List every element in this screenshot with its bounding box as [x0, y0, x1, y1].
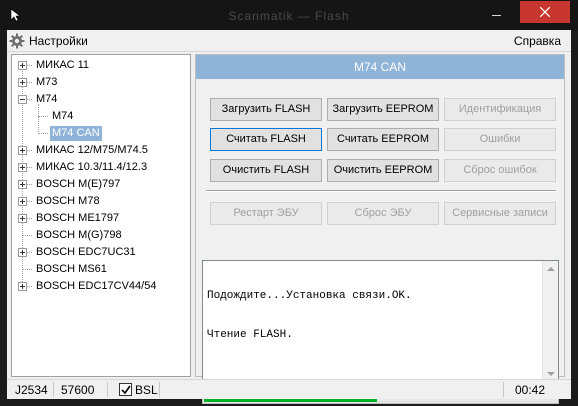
status-baud: 57600: [61, 383, 95, 397]
reset-errors-button[interactable]: Сброс ошибок: [444, 159, 556, 182]
tree-item-label: M74: [52, 110, 74, 122]
collapse-icon[interactable]: [18, 95, 27, 104]
tree-item-label: M74 CAN: [50, 126, 102, 141]
tree-item[interactable]: BOSCH M78: [12, 193, 190, 210]
tree-item[interactable]: M74: [12, 108, 190, 125]
tree-item-label: M74: [36, 93, 58, 105]
title-bar: Scanmatik — Flash: [0, 0, 578, 30]
gear-icon: [9, 33, 25, 49]
minimize-icon[interactable]: [487, 8, 507, 22]
menu-help[interactable]: Справка: [514, 34, 561, 48]
tree-item-label: МИКАС 10.3/11.4/12.3: [36, 161, 148, 173]
expand-icon[interactable]: [18, 197, 27, 206]
menu-settings[interactable]: Настройки: [9, 32, 88, 50]
expand-icon[interactable]: [18, 146, 27, 155]
expand-icon[interactable]: [18, 61, 27, 70]
log-textbox[interactable]: Подождите...Установка связи.OK. Чтение F…: [202, 260, 559, 383]
tree-item[interactable]: МИКАС 11: [12, 57, 190, 74]
tree-line: [22, 269, 32, 270]
load-eeprom-button[interactable]: Загрузить EEPROM: [327, 98, 439, 121]
expand-icon[interactable]: [18, 180, 27, 189]
load-flash-button[interactable]: Загрузить FLASH: [210, 98, 322, 121]
status-adapter: J2534: [15, 383, 48, 397]
log-line: Чтение FLASH.: [207, 329, 293, 341]
menu-settings-label: Настройки: [29, 34, 88, 48]
tree-item[interactable]: МИКАС 10.3/11.4/12.3: [12, 159, 190, 176]
ecu-tree[interactable]: МИКАС 11 M73 M74 M74 M74 CAN МИКАС 12/M75/M74…: [11, 54, 191, 377]
expand-icon[interactable]: [18, 78, 27, 87]
identification-button[interactable]: Идентификация: [444, 98, 556, 121]
bsl-label: BSL: [135, 383, 158, 397]
tree-item-label: BOSCH M78: [36, 195, 100, 207]
reset-ecu-button[interactable]: Сброс ЭБУ: [327, 202, 439, 225]
menu-bar: Настройки Справка: [7, 30, 571, 52]
tree-item-label: M73: [36, 76, 58, 88]
errors-button[interactable]: Ошибки: [444, 128, 556, 151]
tree-item[interactable]: BOSCH M(G)798: [12, 227, 190, 244]
tree-item[interactable]: M73: [12, 74, 190, 91]
tree-item-label: BOSCH EDC17CV44/54: [36, 280, 157, 292]
status-divider: [53, 382, 54, 397]
expand-icon[interactable]: [18, 282, 27, 291]
log-text: Подождите...Установка связи.OK. Чтение F…: [207, 264, 412, 368]
status-time: 00:42: [515, 383, 546, 397]
tree-item[interactable]: МИКАС 12/M75/M74.5: [12, 142, 190, 159]
separator: [206, 190, 556, 192]
clear-eeprom-button[interactable]: Очистить EEPROM: [327, 159, 439, 182]
tree-item-label: BOSCH ME1797: [36, 212, 120, 224]
tree-item-label: BOSCH MS61: [36, 263, 107, 275]
service-records-button[interactable]: Сервисные записи: [444, 202, 556, 225]
status-bar: J2534 57600 BSL 00:42: [7, 379, 571, 399]
tree-line: [38, 133, 48, 134]
expand-icon[interactable]: [18, 163, 27, 172]
close-icon: [540, 7, 550, 17]
tree-item[interactable]: BOSCH M(E)797: [12, 176, 190, 193]
panel-header: M74 CAN: [196, 55, 564, 79]
tree-item[interactable]: BOSCH EDC7UC31: [12, 244, 190, 261]
log-line: Подождите...Установка связи.OK.: [207, 290, 412, 302]
expand-icon[interactable]: [18, 248, 27, 257]
clear-flash-button[interactable]: Очистить FLASH: [210, 159, 322, 182]
close-button[interactable]: [520, 1, 570, 23]
tree-line: [22, 235, 32, 236]
checkmark-icon: [121, 385, 131, 395]
ecu-panel: M74 CAN Загрузить FLASH Загрузить EEPROM…: [195, 54, 565, 404]
tree-item-label: BOSCH M(E)797: [36, 178, 121, 190]
scroll-up-icon[interactable]: [547, 267, 555, 271]
status-divider: [159, 382, 160, 397]
read-flash-button[interactable]: Считать FLASH: [210, 128, 322, 151]
log-scrollbar[interactable]: [542, 261, 558, 382]
tree-line: [38, 116, 48, 117]
restart-ecu-button[interactable]: Рестарт ЭБУ: [210, 202, 322, 225]
scroll-down-icon[interactable]: [547, 372, 555, 376]
main-window: Настройки Справка МИКАС 11 M73 M74 M74 M74 C…: [7, 30, 571, 404]
read-eeprom-button[interactable]: Считать EEPROM: [327, 128, 439, 151]
tree-item-label: BOSCH EDC7UC31: [36, 246, 136, 258]
tree-item-label: МИКАС 11: [36, 59, 89, 71]
tree-item-label: МИКАС 12/M75/M74.5: [36, 144, 148, 156]
tree-item[interactable]: M74 CAN: [12, 125, 190, 142]
tree-item[interactable]: BOSCH EDC17CV44/54: [12, 278, 190, 295]
tree-item[interactable]: M74: [12, 91, 190, 108]
status-divider: [107, 382, 108, 397]
tree-item-label: BOSCH M(G)798: [36, 229, 122, 241]
status-divider: [503, 382, 504, 397]
tree-item[interactable]: BOSCH ME1797: [12, 210, 190, 227]
expand-icon[interactable]: [18, 214, 27, 223]
tree-item[interactable]: BOSCH MS61: [12, 261, 190, 278]
bsl-checkbox[interactable]: [119, 383, 132, 396]
